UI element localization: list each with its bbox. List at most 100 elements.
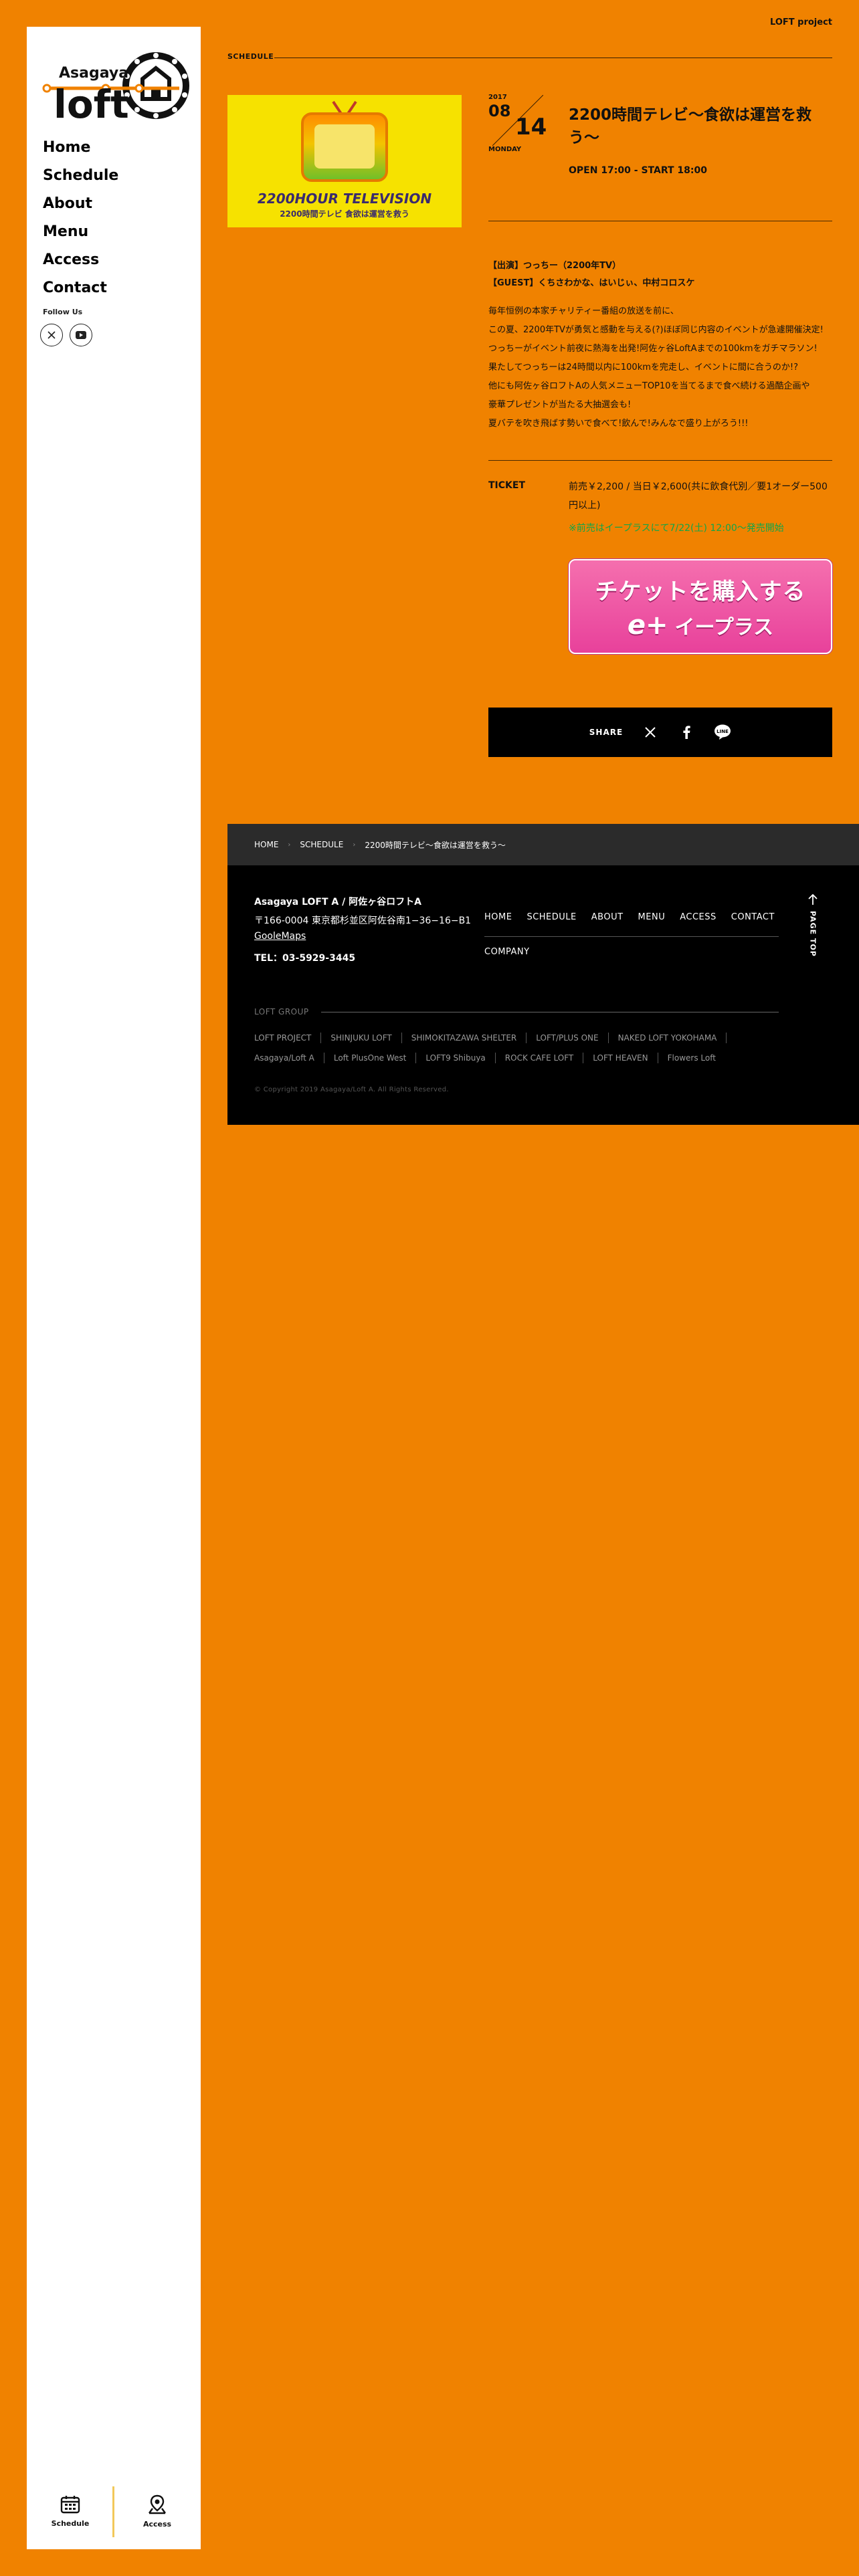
page-top-button[interactable]: PAGE TOP <box>803 893 823 960</box>
sidebar-item-contact[interactable]: Contact <box>43 274 118 302</box>
youtube-button[interactable] <box>70 324 92 346</box>
youtube-icon <box>76 331 86 339</box>
share-facebook-button[interactable] <box>678 724 695 741</box>
eplus-name: イープラス <box>674 615 774 639</box>
flyer-sub-text: 2200時間テレビ 食欲は運営を救う <box>280 209 409 219</box>
bottom-access-label: Access <box>142 2519 172 2529</box>
footer-nav-divider <box>484 936 779 937</box>
x-icon <box>645 727 656 738</box>
group-link[interactable]: SHIMOKITAZAWA SHELTER <box>411 1033 527 1043</box>
ticket-price: 前売￥2,200 / 当日￥2,600(共に飲食代別／要1オーダー500円以上) <box>569 481 828 511</box>
group-link[interactable]: LOFT/PLUS ONE <box>536 1033 609 1043</box>
venue-name: Asagaya LOFT A / 阿佐ヶ谷ロフトA <box>254 897 421 907</box>
sidebar-item-access[interactable]: Access <box>43 246 118 274</box>
description-divider <box>488 460 832 461</box>
share-label: SHARE <box>589 728 624 737</box>
footer-nav-home[interactable]: HOME <box>484 912 512 922</box>
breadcrumb-home[interactable]: HOME <box>254 840 278 849</box>
footer: Asagaya LOFT A / 阿佐ヶ谷ロフトA 〒166-0004 東京都杉… <box>227 865 859 1125</box>
page-top-label: PAGE TOP <box>808 911 818 957</box>
group-link[interactable]: LOFT PROJECT <box>254 1033 322 1043</box>
group-link[interactable]: Asagaya/Loft A <box>254 1053 324 1063</box>
group-link[interactable]: Loft PlusOne West <box>334 1053 417 1063</box>
date-day: 14 <box>515 114 547 140</box>
footer-nav-company[interactable]: COMPANY <box>484 947 530 957</box>
footer-nav-menu[interactable]: MENU <box>638 912 666 922</box>
group-link[interactable]: LOFT9 Shibuya <box>425 1053 496 1063</box>
buy-ticket-eplus-button[interactable]: チケットを購入する e+ イープラス <box>569 559 832 654</box>
description-line: 果たしてつっちーは24時間以内に100kmを完走し、イベントに間に合うのか!? <box>488 362 799 372</box>
group-link[interactable]: Flowers Loft <box>668 1053 725 1063</box>
bottom-access-button[interactable]: Access <box>114 2481 201 2541</box>
arrow-up-icon <box>808 893 818 905</box>
sidebar-item-about[interactable]: About <box>43 190 118 218</box>
ticket-sale-note: ※前売はイープラスにて7/22(土) 12:00〜発売開始 <box>569 523 784 534</box>
facebook-icon <box>683 726 690 739</box>
event-description: 毎年恒例の本家チャリティー番組の放送を前に、 この夏、2200年TVが勇気と感動… <box>488 302 832 433</box>
sidebar-item-schedule[interactable]: Schedule <box>43 162 118 190</box>
breadcrumb-schedule[interactable]: SCHEDULE <box>300 840 343 849</box>
share-line-button[interactable]: LINE <box>714 724 731 741</box>
map-pin-icon <box>149 2494 166 2514</box>
section-label: SCHEDULE <box>227 52 274 61</box>
bottom-nav-divider <box>112 2486 114 2537</box>
footer-nav-about[interactable]: ABOUT <box>591 912 624 922</box>
buy-ticket-label: チケットを購入する <box>595 578 806 605</box>
group-link[interactable]: SHINJUKU LOFT <box>330 1033 402 1043</box>
chevron-right-icon: › <box>288 841 291 849</box>
sidebar-item-menu[interactable]: Menu <box>43 218 118 246</box>
x-twitter-button[interactable] <box>40 324 63 346</box>
event-date: 2017 08 14 MONDAY <box>488 94 547 158</box>
footer-nav-contact[interactable]: CONTACT <box>731 912 775 922</box>
social-links <box>40 324 92 346</box>
breadcrumb-current: 2200時間テレビ〜食欲は運営を救う〜 <box>365 840 506 850</box>
flyer-main-text: 2200HOUR TELEVISION <box>258 191 432 207</box>
eplus-logo: e+ <box>627 609 668 641</box>
sidebar-item-home[interactable]: Home <box>43 134 118 162</box>
venue-tel[interactable]: TEL：03-5929-3445 <box>254 951 355 964</box>
breadcrumb: HOME › SCHEDULE › 2200時間テレビ〜食欲は運営を救う〜 <box>227 824 859 865</box>
date-year: 2017 <box>488 94 507 101</box>
sidebar-bottom-nav: Schedule Access <box>27 2481 201 2541</box>
description-line: この夏、2200年TVが勇気と感動を与える(?)ほぼ同じ内容のイベントが急遽開催… <box>488 325 824 335</box>
line-icon: LINE <box>714 724 731 740</box>
description-line: つっちーがイベント前夜に熱海を出発!阿佐ヶ谷LoftAまでの100kmをガチマラ… <box>488 344 818 354</box>
ticket-label: TICKET <box>488 480 525 491</box>
description-line: 他にも阿佐ヶ谷ロフトAの人気メニューTOP10を当てるまで食べ続ける過酷企画や <box>488 381 810 391</box>
copyright: © Copyright 2019 Asagaya/Loft A. All Rig… <box>254 1086 449 1093</box>
svg-text:LINE: LINE <box>717 729 729 734</box>
share-x-button[interactable] <box>642 724 659 741</box>
footer-nav-access[interactable]: ACCESS <box>680 912 717 922</box>
description-line: 夏バテを吹き飛ばす勢いで食べて!飲んで!みんなで盛り上がろう!!! <box>488 419 749 429</box>
guest-line: 【GUEST】くちさわかな、はいじぃ、中村コロスケ <box>488 278 695 288</box>
share-bar: SHARE LINE <box>488 708 832 757</box>
description-line: 豪華プレゼントが当たる大抽選会も! <box>488 400 632 410</box>
performers: 【出演】つっちー（2200年TV） 【GUEST】くちさわかな、はいじぃ、中村コ… <box>488 257 832 292</box>
tv-illustration: 2200HOUR TELEVISION 2200時間テレビ 食欲は運営を救う <box>258 100 432 219</box>
event-time: OPEN 17:00 - START 18:00 <box>569 165 707 176</box>
loft-group-label: LOFT GROUP <box>254 1007 309 1016</box>
footer-nav-schedule[interactable]: SCHEDULE <box>527 912 576 922</box>
eplus-brand: e+ イープラス <box>628 610 773 641</box>
description-line: 毎年恒例の本家チャリティー番組の放送を前に、 <box>488 306 679 316</box>
date-month: 08 <box>488 102 511 120</box>
logo-text-top: Asagaya <box>59 65 128 82</box>
group-link[interactable]: NAKED LOFT YOKOHAMA <box>618 1033 727 1043</box>
performer-line: 【出演】つっちー（2200年TV） <box>488 261 622 271</box>
follow-us-label: Follow Us <box>43 308 83 316</box>
bottom-schedule-button[interactable]: Schedule <box>27 2481 114 2541</box>
sidebar: Asagaya loft Home Schedule About Menu Ac… <box>27 27 201 2549</box>
group-link[interactable]: LOFT HEAVEN <box>593 1053 658 1063</box>
loft-group-links: LOFT PROJECT SHINJUKU LOFT SHIMOKITAZAWA… <box>254 1033 789 1063</box>
asagaya-loft-logo[interactable]: Asagaya loft <box>39 35 194 135</box>
logo-text-main: loft <box>54 82 129 127</box>
date-weekday: MONDAY <box>488 146 522 153</box>
event-flyer-image: 2200HOUR TELEVISION 2200時間テレビ 食欲は運営を救う <box>227 95 462 227</box>
event-title: 2200時間テレビ〜食欲は運営を救う〜 <box>569 106 812 146</box>
loft-project-link[interactable]: LOFT project <box>770 17 832 27</box>
x-icon <box>47 331 56 339</box>
google-maps-link[interactable]: GooleMaps <box>254 931 306 942</box>
footer-nav: HOME SCHEDULE ABOUT MENU ACCESS CONTACT <box>484 912 779 922</box>
group-link[interactable]: ROCK CAFE LOFT <box>505 1053 584 1063</box>
chevron-right-icon: › <box>353 841 356 849</box>
